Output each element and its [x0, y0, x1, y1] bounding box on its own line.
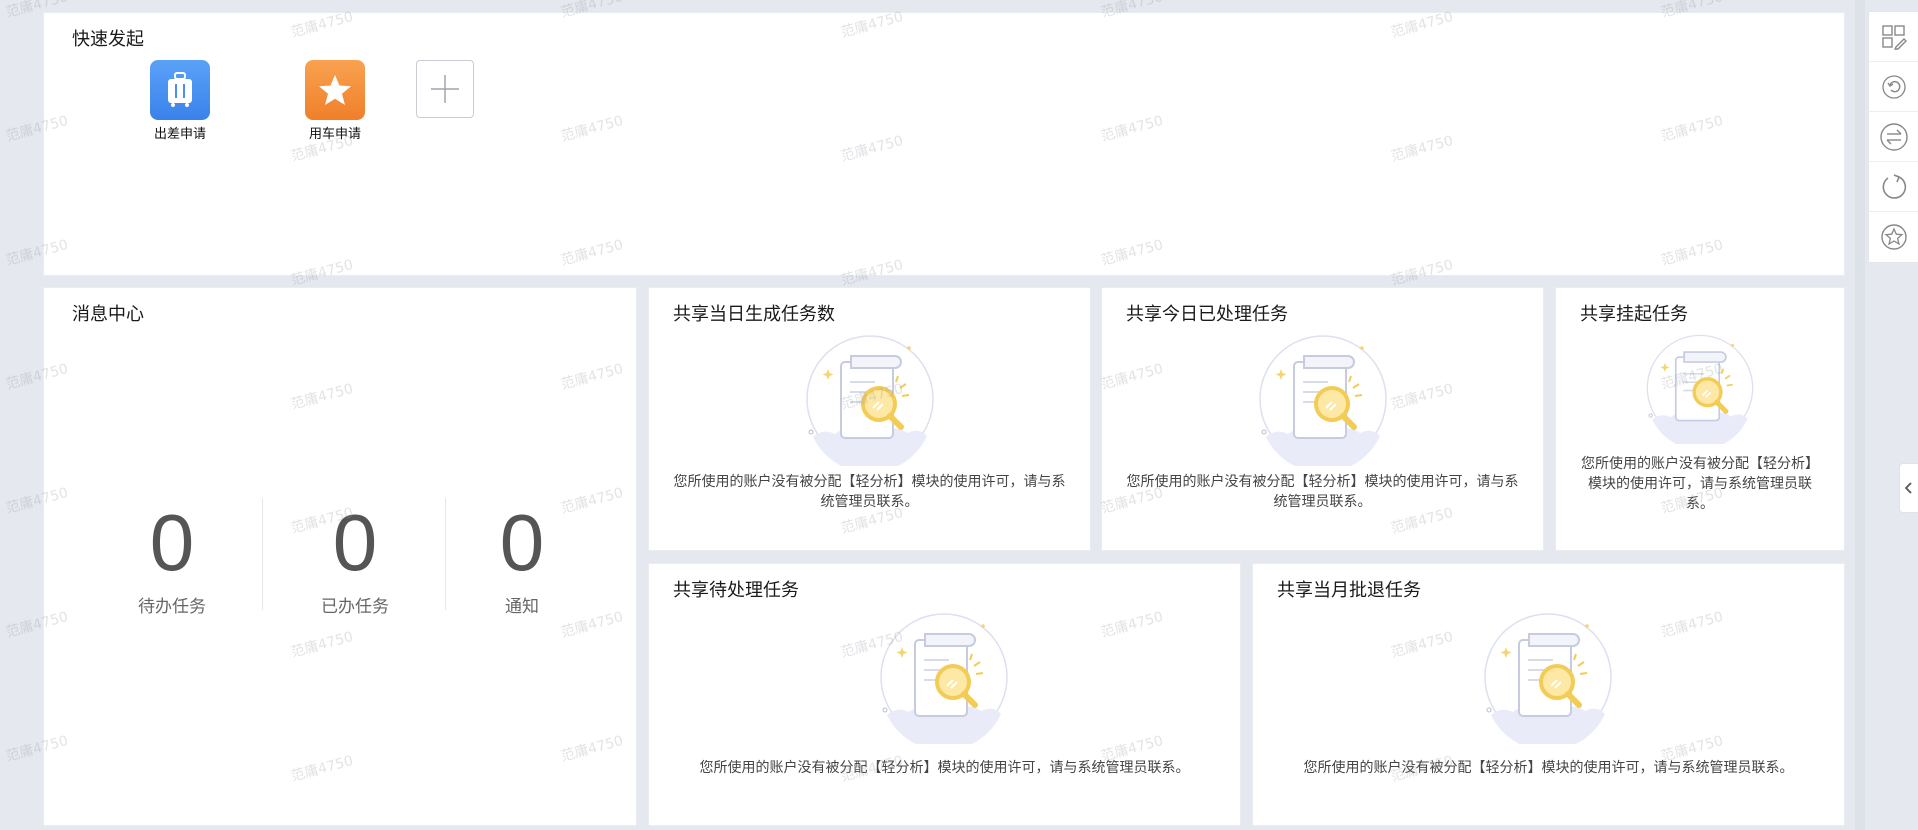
quick-item-label: 用车申请 [308, 127, 361, 142]
quick-launch-title: 快速发起 [72, 29, 144, 50]
empty-search-illustration-icon [1481, 610, 1615, 751]
empty-search-illustration-icon [877, 610, 1011, 751]
favorite-button[interactable] [1869, 212, 1918, 262]
stat-done[interactable]: 0 已办任务 [265, 498, 445, 617]
license-notice: 您所使用的账户没有被分配【轻分析】模块的使用许可，请与系统管理员联系。 [699, 760, 1190, 776]
refresh-button[interactable] [1869, 162, 1918, 212]
card-title: 共享当日生成任务数 [673, 304, 835, 325]
license-notice: 您所使用的账户没有被分配【轻分析】模块的使用许可，请与系统管理员联系。 [1581, 456, 1819, 512]
stat-done-count: 0 [332, 498, 378, 587]
card-title: 共享待处理任务 [673, 580, 799, 601]
shared-suspended-card: 共享挂起任务 您所使用的账户没有被分配【轻分析】模块的使用许可，请与系统管理员联… [1556, 288, 1844, 550]
page-scroll-strip [1855, 0, 1865, 830]
add-quick-item-button[interactable] [416, 60, 474, 118]
stat-done-label: 已办任务 [321, 597, 389, 617]
empty-search-illustration-icon [803, 332, 937, 473]
switch-icon [1879, 122, 1908, 151]
stat-todo[interactable]: 0 待办任务 [82, 498, 262, 617]
layout-edit-button[interactable] [1869, 12, 1918, 62]
reset-icon [1881, 74, 1906, 99]
shared-pending-card: 共享待处理任务 您所使用的账户没有被分配【轻分析】模块的使用许可，请与系统管理员… [649, 564, 1240, 825]
stat-todo-label: 待办任务 [138, 597, 206, 617]
right-toolbar [1869, 12, 1918, 262]
favorite-icon [1880, 224, 1907, 250]
card-title: 共享今日已处理任务 [1126, 304, 1288, 325]
shared-today-processed-card: 共享今日已处理任务 您所使用的账户没有被分配【轻分析】模块的使用许可，请与系统管… [1102, 288, 1543, 550]
card-title: 共享当月批退任务 [1277, 580, 1421, 601]
plus-icon [431, 75, 459, 103]
suitcase-icon [150, 60, 210, 120]
star-icon [305, 60, 365, 120]
switch-button[interactable] [1869, 112, 1918, 162]
quick-launch-panel: 快速发起 出差申请 用车申请 [44, 13, 1844, 275]
message-center-panel: 消息中心 0 待办任务 0 已办任务 0 通知 [44, 288, 636, 825]
quick-item-business-trip[interactable]: 出差申请 [120, 60, 240, 142]
refresh-icon [1882, 173, 1906, 199]
license-notice: 您所使用的账户没有被分配【轻分析】模块的使用许可，请与系统管理员联系。 [1126, 474, 1519, 510]
stat-notice-label: 通知 [505, 597, 539, 617]
stat-todo-count: 0 [149, 498, 195, 587]
reset-button[interactable] [1869, 62, 1918, 112]
shared-monthly-rejected-card: 共享当月批退任务 您所使用的账户没有被分配【轻分析】模块的使用许可，请与系统管理… [1253, 564, 1844, 825]
quick-item-car-request[interactable]: 用车申请 [275, 60, 395, 142]
chevron-left-icon [1904, 482, 1912, 494]
empty-search-illustration-icon [1256, 332, 1390, 473]
layout-edit-icon [1881, 24, 1907, 50]
empty-search-illustration-icon [1644, 332, 1756, 450]
card-title: 共享挂起任务 [1580, 304, 1688, 325]
stat-divider [262, 498, 263, 610]
license-notice: 您所使用的账户没有被分配【轻分析】模块的使用许可，请与系统管理员联系。 [1303, 760, 1794, 776]
stat-notice[interactable]: 0 通知 [432, 498, 612, 617]
stat-notice-count: 0 [499, 498, 545, 587]
message-center-title: 消息中心 [72, 304, 144, 325]
license-notice: 您所使用的账户没有被分配【轻分析】模块的使用许可，请与系统管理员联系。 [673, 474, 1066, 510]
collapse-panel-button[interactable] [1899, 463, 1918, 513]
shared-daily-created-card: 共享当日生成任务数 您所使用的账户没有被分配【轻分析】模块的使用许可，请与系统管… [649, 288, 1090, 550]
quick-item-label: 出差申请 [153, 127, 206, 142]
